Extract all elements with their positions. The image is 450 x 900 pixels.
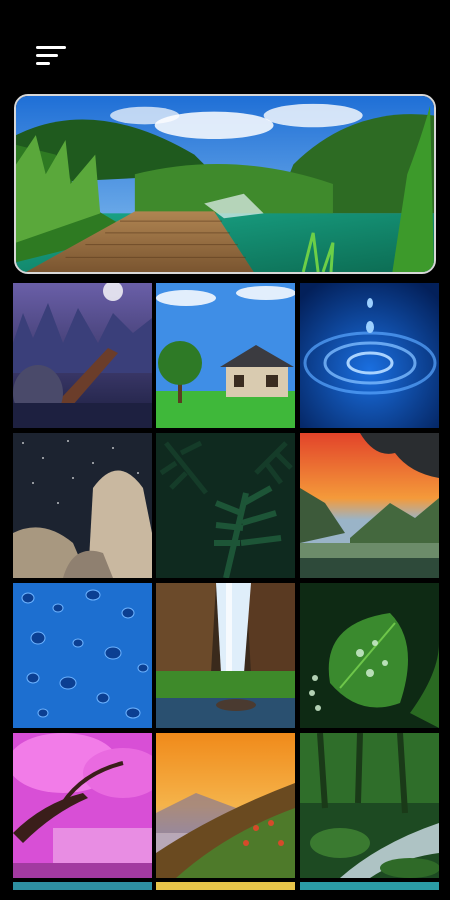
wallpaper-tile[interactable] (300, 433, 439, 578)
wallpaper-tile[interactable] (13, 733, 152, 878)
sunset-mountain-slope-image (156, 733, 295, 878)
wallpaper-tile[interactable] (300, 733, 439, 878)
pink-blossom-tree-image (13, 733, 152, 878)
fern-leaves-image (156, 433, 295, 578)
leaf-with-dew-drops-image (300, 583, 439, 728)
wallpaper-tile[interactable] (156, 433, 295, 578)
menu-icon[interactable] (36, 44, 70, 70)
wallpaper-tile[interactable] (300, 283, 439, 428)
wallpaper-tile[interactable] (13, 433, 152, 578)
sunset-mountain-lake-image (300, 433, 439, 578)
wallpaper-tile[interactable] (300, 583, 439, 728)
featured-wallpaper[interactable] (14, 94, 436, 274)
wallpaper-tile[interactable] (13, 283, 152, 428)
wallpaper-tile[interactable] (156, 283, 295, 428)
rock-under-milky-way-image (13, 433, 152, 578)
blue-raindrops-image (13, 583, 152, 728)
wallpaper-tile[interactable] (156, 733, 295, 878)
water-drop-ripples-image (300, 283, 439, 428)
forest-waterfall-image (156, 583, 295, 728)
wallpaper-tile[interactable] (13, 583, 152, 728)
green-forest-stream-image (300, 733, 439, 878)
house-on-green-field-image (156, 283, 295, 428)
wallpaper-tile-partial[interactable] (156, 882, 295, 890)
fantasy-bridge-city-image (13, 283, 152, 428)
wallpaper-tile-partial[interactable] (300, 882, 439, 890)
wallpaper-tile[interactable] (156, 583, 295, 728)
featured-wallpaper-image (16, 96, 434, 272)
wallpaper-tile-partial[interactable] (13, 882, 152, 890)
